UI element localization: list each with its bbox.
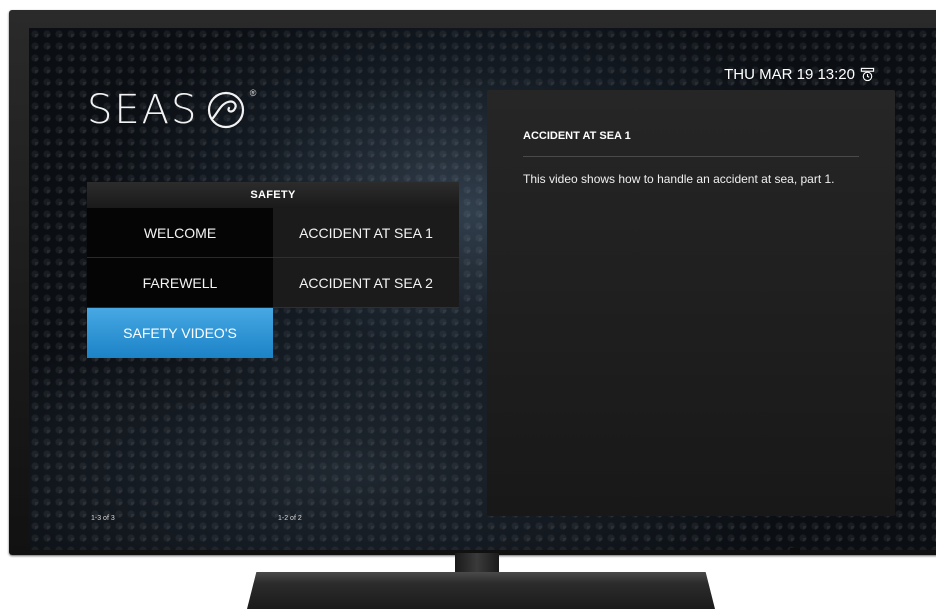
menu-item-accident-at-sea-2[interactable]: ACCIDENT AT SEA 2 xyxy=(273,258,459,308)
left-pager: 1-3 of 3 xyxy=(91,515,115,522)
menu-left-column: WELCOME FAREWELL SAFETY VIDEO'S xyxy=(87,208,273,358)
registered-mark: ® xyxy=(249,88,257,98)
clock: THU MAR 19 13:20 xyxy=(724,66,875,83)
brand-name: SEAS xyxy=(87,87,199,133)
tv-stand-neck xyxy=(455,553,499,575)
menu-item-farewell[interactable]: FAREWELL xyxy=(87,258,273,308)
menu-right-column: ACCIDENT AT SEA 1 ACCIDENT AT SEA 2 xyxy=(273,208,459,308)
menu-item-welcome[interactable]: WELCOME xyxy=(87,208,273,258)
menu-item-accident-at-sea-1[interactable]: ACCIDENT AT SEA 1 xyxy=(273,208,459,258)
detail-title: ACCIDENT AT SEA 1 xyxy=(523,130,859,157)
wave-logo-icon xyxy=(208,91,245,129)
clock-text: THU MAR 19 13:20 xyxy=(724,66,855,83)
menu-item-safety-videos[interactable]: SAFETY VIDEO'S xyxy=(87,308,273,358)
detail-description: This video shows how to handle an accide… xyxy=(523,172,835,186)
right-pager: 1-2 of 2 xyxy=(278,515,302,522)
alarm-clock-icon xyxy=(860,67,875,82)
power-led xyxy=(790,548,800,554)
menu-header: SAFETY xyxy=(87,182,459,208)
tv-screen: SEAS ® THU MAR 19 13:20 SAFETY WELCOME F… xyxy=(29,28,936,550)
brand-logo: SEAS ® xyxy=(87,87,256,133)
tv-stand-base xyxy=(247,572,715,609)
detail-panel: ACCIDENT AT SEA 1 This video shows how t… xyxy=(487,90,895,516)
tv-bezel: SEAS ® THU MAR 19 13:20 SAFETY WELCOME F… xyxy=(9,10,936,555)
